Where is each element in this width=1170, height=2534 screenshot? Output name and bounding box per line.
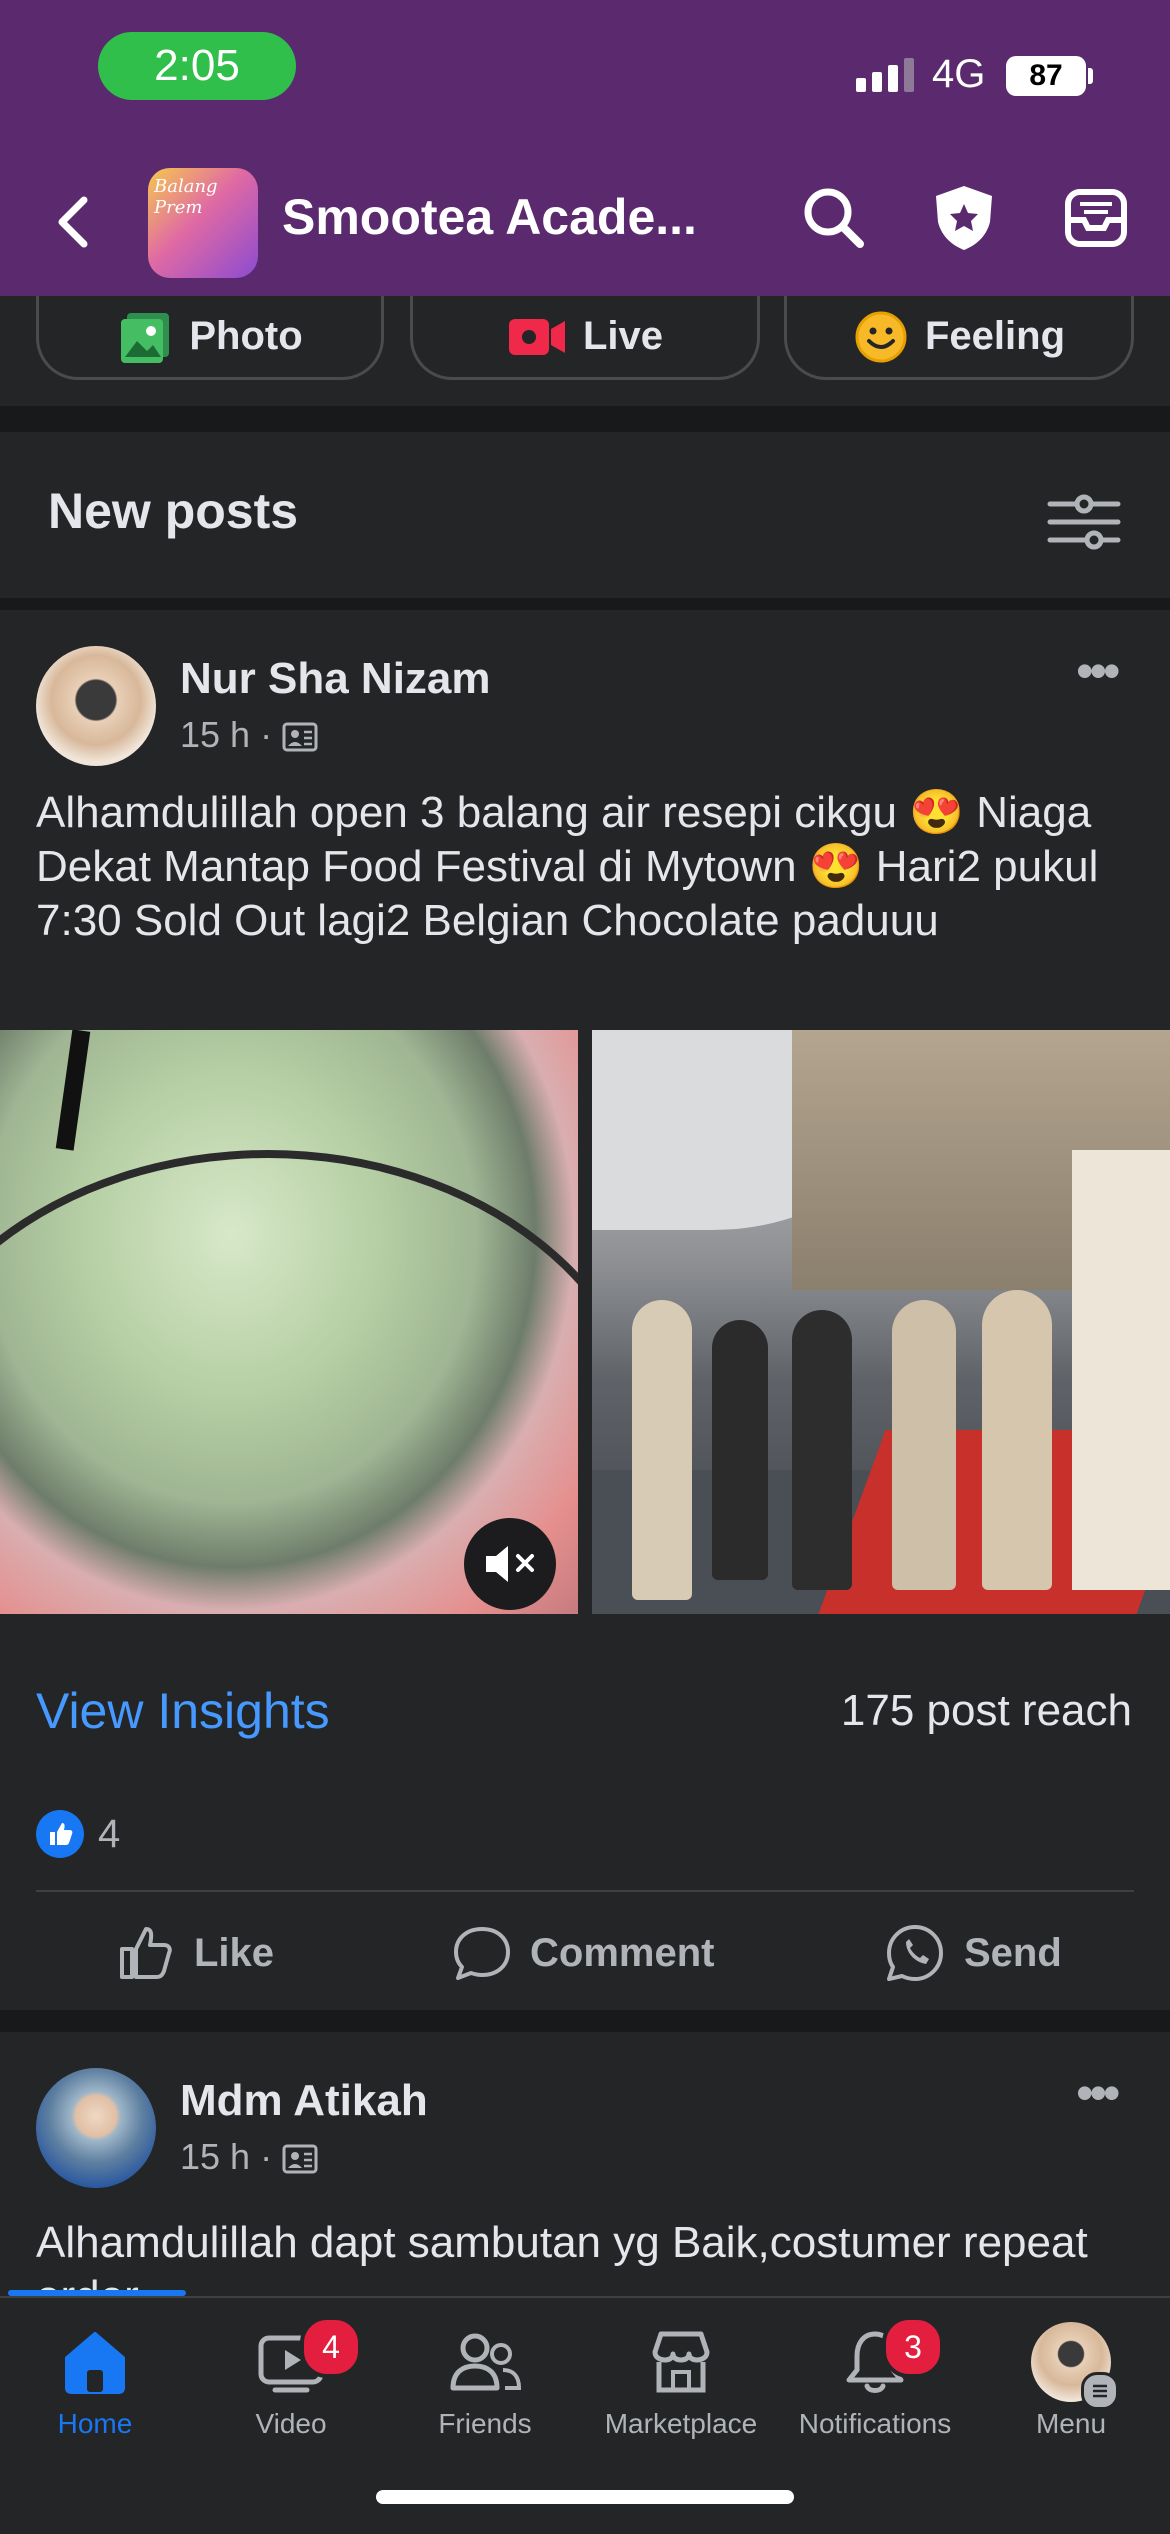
feeling-label: Feeling (924, 314, 1066, 358)
tab-marketplace[interactable]: Marketplace (586, 2326, 776, 2440)
post-meta: 15 h · (180, 2136, 318, 2178)
comment-label: Comment (530, 1930, 715, 1975)
battery-tip (1088, 68, 1093, 84)
tab-notifications[interactable]: 3 Notifications (780, 2316, 970, 2440)
friends-icon (450, 2333, 522, 2391)
tab-marketplace-label: Marketplace (604, 2408, 758, 2439)
notifications-badge: 3 (882, 2316, 944, 2378)
smiley-icon (855, 311, 907, 362)
reaction-summary[interactable]: 4 (36, 1810, 120, 1858)
post-video-thumbnail[interactable] (0, 1030, 578, 1614)
mute-button[interactable] (464, 1518, 556, 1610)
post-text: Alhamdulillah open 3 balang air resepi c… (36, 788, 1099, 945)
live-label: Live (582, 314, 664, 358)
person-shape (712, 1320, 768, 1580)
post-author[interactable]: Mdm Atikah (180, 2076, 428, 2126)
back-icon[interactable] (54, 194, 90, 255)
menu-avatar (1031, 2322, 1119, 2410)
battery-icon: 87 (1006, 56, 1086, 96)
section-title: New posts (48, 483, 299, 539)
hamburger-icon (1081, 2372, 1119, 2410)
send-label: Send (964, 1930, 1062, 1975)
filter-sliders-icon[interactable] (1046, 494, 1122, 555)
signal-icon (856, 58, 914, 92)
meta-dot: · (260, 2136, 273, 2177)
post-media (0, 1030, 1170, 1614)
like-count: 4 (98, 1811, 121, 1856)
like-label: Like (194, 1930, 275, 1975)
page-thumbnail[interactable]: Balang Prem (148, 168, 258, 278)
group-audience-icon (282, 722, 318, 752)
group-audience-icon (282, 2144, 318, 2174)
post-reach: 175 post reach (840, 1686, 1132, 1735)
like-reaction-icon (36, 1810, 84, 1858)
thumbs-up-icon (120, 1927, 172, 1979)
tab-video-label: Video (255, 2408, 327, 2439)
tab-video[interactable]: 4 Video (196, 2316, 386, 2440)
separator (0, 598, 1170, 610)
home-icon (65, 2332, 125, 2394)
whatsapp-icon (887, 1925, 943, 1981)
tab-menu[interactable]: Menu (976, 2322, 1166, 2440)
post-time[interactable]: 15 h (180, 2136, 250, 2178)
send-button[interactable]: Send (884, 1918, 1062, 1988)
stall-shape (1072, 1150, 1170, 1590)
thumbnail-text: Balang Prem (154, 176, 218, 218)
page-title[interactable]: Smootea Acade... (282, 188, 712, 246)
tab-friends[interactable]: Friends (390, 2326, 580, 2440)
network-type: 4G (932, 52, 986, 96)
comment-button[interactable]: Comment (452, 1918, 714, 1988)
tab-menu-label: Menu (1035, 2408, 1107, 2439)
post-text: Alhamdulillah dapt sambutan yg Baik,cost… (36, 2218, 1088, 2296)
home-indicator (376, 2490, 794, 2504)
person-shape (632, 1300, 692, 1600)
composer-bar: Photo Live Feeling (0, 296, 1170, 406)
photo-button[interactable]: Photo (36, 296, 384, 380)
view-insights-link[interactable]: View Insights (36, 1682, 330, 1740)
post-author[interactable]: Nur Sha Nizam (180, 654, 491, 704)
person-shape (982, 1290, 1052, 1590)
speaker-muted-icon (486, 1546, 534, 1582)
page-nav-bar: Balang Prem Smootea Acade... (0, 150, 1170, 286)
separator (0, 2010, 1170, 2032)
video-badge: 4 (300, 2316, 362, 2378)
person-shape (892, 1300, 956, 1590)
feeling-button[interactable]: Feeling (784, 296, 1134, 380)
inbox-icon[interactable] (1060, 182, 1132, 254)
admin-shield-icon[interactable] (928, 182, 1000, 254)
app-header: 2:05 4G 87 Balang Prem Smootea Acade... (0, 0, 1170, 296)
divider (36, 1890, 1134, 1892)
person-shape (792, 1310, 852, 1590)
tab-friends-label: Friends (438, 2408, 532, 2439)
new-posts-section: New posts (0, 432, 1170, 598)
tab-notifications-label: Notifications (798, 2408, 952, 2439)
separator (0, 406, 1170, 432)
post-photo[interactable] (592, 1030, 1170, 1614)
more-options-icon[interactable]: ••• (1076, 642, 1120, 700)
meta-dot: · (260, 714, 273, 755)
comment-bubble-icon (454, 1927, 510, 1980)
search-icon[interactable] (798, 182, 870, 254)
status-time: 2:05 (98, 32, 296, 100)
marketplace-icon (652, 2331, 710, 2393)
post-time[interactable]: 15 h (180, 714, 250, 756)
author-avatar[interactable] (36, 646, 156, 766)
author-avatar[interactable] (36, 2068, 156, 2188)
tab-home[interactable]: Home (0, 2326, 190, 2440)
like-button[interactable]: Like (116, 1918, 274, 1988)
more-options-icon[interactable]: ••• (1076, 2064, 1120, 2122)
tab-home-label: Home (57, 2408, 133, 2439)
photo-icon (121, 312, 170, 363)
photo-label: Photo (189, 314, 303, 358)
straw-shape (55, 1030, 91, 1151)
live-button[interactable]: Live (410, 296, 760, 380)
live-video-icon (508, 318, 565, 355)
post-meta: 15 h · (180, 714, 318, 756)
feed-post: Mdm Atikah 15 h · ••• Alhamdulillah dapt… (0, 2032, 1170, 2296)
